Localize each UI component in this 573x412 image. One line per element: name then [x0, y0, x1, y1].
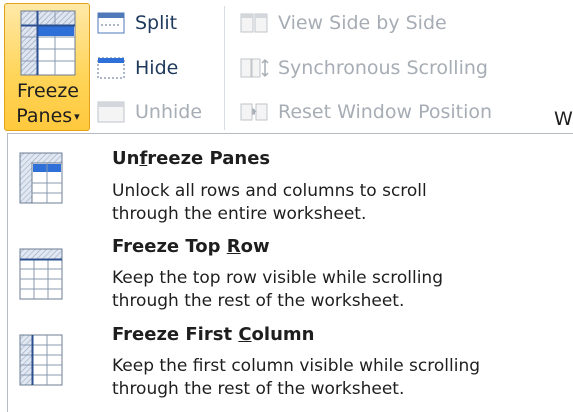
menu-item-description-line2: through the rest of the worksheet.: [112, 291, 405, 311]
menu-item-unfreeze-panes[interactable]: Unfreeze Panes Unlock all rows and colum…: [8, 140, 573, 230]
menu-item-description-line1: Keep the top row visible while scrolling: [112, 268, 443, 288]
menu-item-description-line1: Keep the first column visible while scro…: [112, 356, 481, 376]
reset-window-icon: [240, 99, 270, 125]
split-label: Split: [135, 12, 178, 34]
view-side-by-side-label: View Side by Side: [278, 12, 447, 34]
unhide-window-icon: [97, 99, 127, 125]
clipped-ribbon-label: W: [554, 108, 573, 130]
view-ribbon-window-group: Freeze Panes ▾ Split Hide Unhide View Si…: [0, 0, 573, 134]
freeze-panes-label: Panes: [16, 105, 73, 127]
freeze-first-column-icon: [19, 334, 63, 386]
menu-item-description-line1: Unlock all rows and columns to scroll: [112, 181, 427, 201]
dropdown-caret-icon: ▾: [74, 110, 80, 123]
reset-window-position-button[interactable]: Reset Window Position: [240, 94, 492, 130]
freeze-top-row-icon: [19, 248, 63, 300]
split-button[interactable]: Split: [97, 5, 177, 41]
freeze-panes-label-line1: Freeze: [17, 80, 79, 102]
hide-window-icon: [97, 55, 127, 81]
menu-item-freeze-first-column[interactable]: Freeze First Column Keep the first colum…: [8, 318, 573, 408]
hide-label: Hide: [135, 57, 179, 79]
menu-item-description-line2: through the entire worksheet.: [112, 204, 367, 224]
split-icon: [97, 10, 127, 36]
group-divider: [224, 6, 225, 130]
hide-button[interactable]: Hide: [97, 50, 178, 86]
freeze-panes-button[interactable]: Freeze Panes ▾: [4, 3, 90, 131]
synchronous-scrolling-label: Synchronous Scrolling: [278, 57, 488, 79]
unhide-label: Unhide: [135, 101, 203, 123]
unhide-button[interactable]: Unhide: [97, 94, 202, 130]
view-side-by-side-button[interactable]: View Side by Side: [240, 5, 447, 41]
side-by-side-icon: [240, 10, 270, 36]
menu-item-title: Freeze First Column: [112, 324, 315, 345]
sync-scroll-icon: [240, 55, 270, 81]
menu-item-description-line2: through the rest of the worksheet.: [112, 379, 405, 399]
menu-item-title: Unfreeze Panes: [112, 148, 271, 169]
unfreeze-panes-icon: [19, 152, 63, 204]
reset-window-position-label: Reset Window Position: [278, 101, 493, 123]
menu-item-title: Freeze Top Row: [112, 236, 270, 257]
synchronous-scrolling-button[interactable]: Synchronous Scrolling: [240, 50, 488, 86]
freeze-panes-dropdown-menu: Unfreeze Panes Unlock all rows and colum…: [7, 133, 573, 412]
freeze-panes-label-line2: Panes ▾: [5, 107, 91, 126]
freeze-panes-icon: [20, 10, 76, 76]
menu-item-freeze-top-row[interactable]: Freeze Top Row Keep the top row visible …: [8, 230, 573, 320]
